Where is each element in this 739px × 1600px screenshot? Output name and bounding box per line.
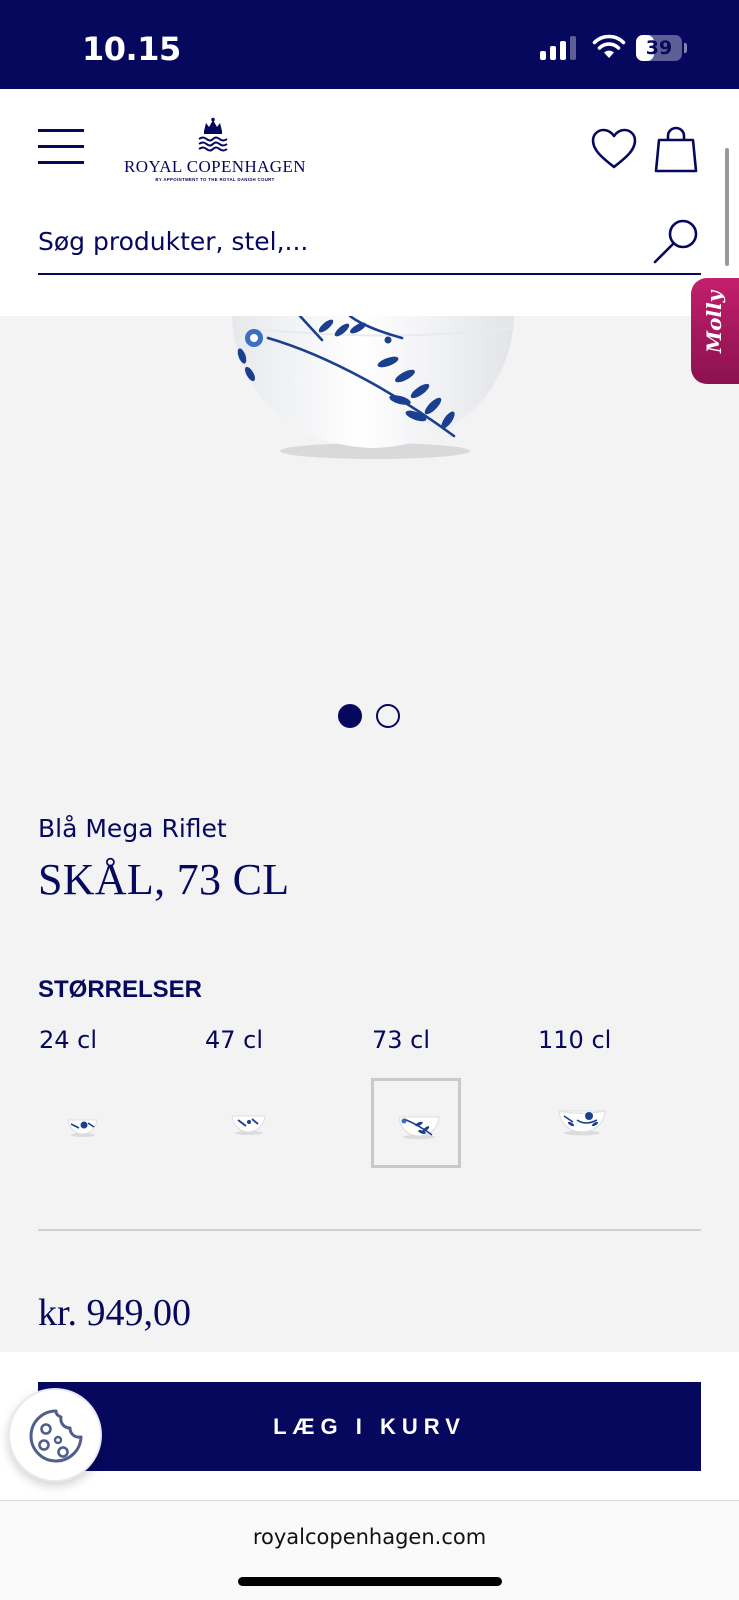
search-input[interactable] [38,221,638,261]
sizes-heading: STØRRELSER [38,976,203,1003]
hamburger-menu-icon[interactable] [38,129,84,165]
size-thumbnail-110cl[interactable] [537,1078,627,1168]
carousel-dot-1[interactable] [338,704,362,728]
search-bar [38,211,701,275]
status-bar: 10.15 39 [0,0,739,89]
size-thumbnail-73cl[interactable] [371,1078,461,1168]
molly-label: Molly [702,290,726,353]
product-image[interactable] [230,316,530,461]
url-text[interactable]: royalcopenhagen.com [0,1525,739,1549]
size-label-24cl[interactable]: 24 cl [39,1026,97,1054]
size-label-47cl[interactable]: 47 cl [205,1026,263,1054]
crown-waves-icon [198,117,228,152]
cookie-icon [29,1409,83,1463]
battery-indicator: 39 [636,35,688,61]
add-to-cart-button[interactable]: LÆG I KURV [38,1382,701,1471]
size-thumbnail-47cl[interactable] [204,1078,294,1168]
search-icon[interactable] [652,217,700,265]
page-scrollbar[interactable] [725,148,729,266]
browser-url-bar: royalcopenhagen.com [0,1500,739,1600]
product-collection[interactable]: Blå Mega Riflet [38,814,227,843]
size-label-73cl[interactable]: 73 cl [372,1026,430,1054]
section-divider [38,1229,701,1231]
size-thumbnail-24cl[interactable] [38,1078,128,1168]
size-label-110cl[interactable]: 110 cl [538,1026,611,1054]
site-header: ROYAL COPENHAGEN BY APPOINTMENT TO THE R… [0,89,739,316]
logo-tagline: BY APPOINTMENT TO THE ROYAL DANISH COURT [155,177,275,182]
home-indicator[interactable] [238,1577,502,1586]
product-title: SKÅL, 73 CL [38,855,290,904]
product-section: Blå Mega Riflet SKÅL, 73 CL STØRRELSER 2… [0,316,739,1352]
carousel-dot-2[interactable] [376,704,400,728]
wifi-icon [592,34,626,58]
molly-assistant-tab[interactable]: Molly [691,278,739,384]
image-carousel-dots [338,704,402,730]
status-time: 10.15 [82,30,181,68]
cookie-settings-button[interactable] [8,1388,102,1482]
product-price: kr. 949,00 [38,1292,192,1334]
shopping-bag-icon[interactable] [654,125,698,173]
royal-copenhagen-logo[interactable]: ROYAL COPENHAGEN BY APPOINTMENT TO THE R… [112,117,318,187]
battery-percentage: 39 [645,37,673,59]
heart-icon[interactable] [590,127,638,171]
add-to-cart-bar: LÆG I KURV [0,1352,739,1500]
cellular-signal-icon [540,36,580,60]
logo-wordmark: ROYAL COPENHAGEN [124,157,306,176]
